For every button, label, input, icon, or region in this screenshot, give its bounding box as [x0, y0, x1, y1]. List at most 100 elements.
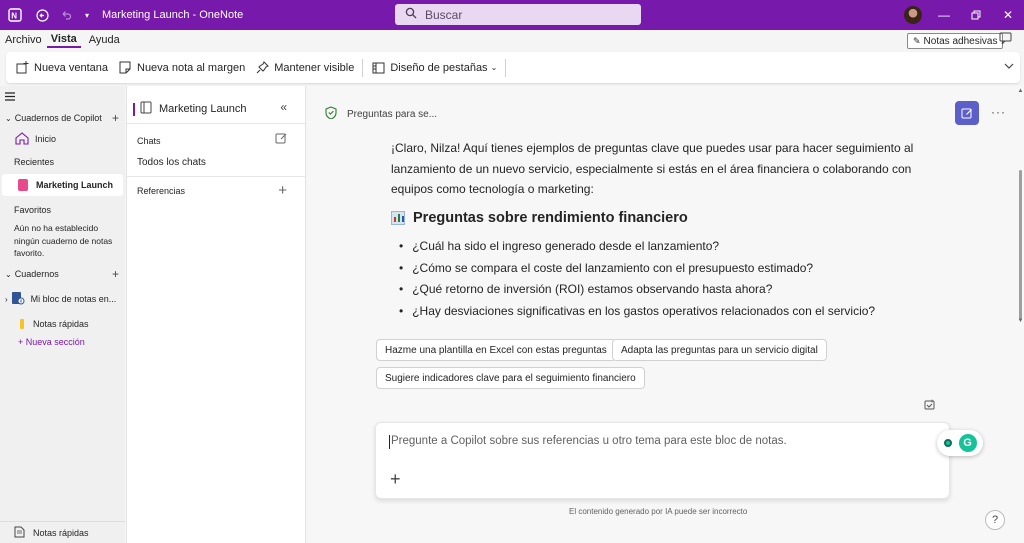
nav-home[interactable]: Inicio [0, 131, 125, 147]
margin-note-icon [118, 61, 132, 75]
ribbon-separator [505, 58, 507, 77]
panel-title-accent [133, 102, 135, 116]
answer-bullet-list: ¿Cuál ha sido el ingreso generado desde … [399, 236, 939, 322]
left-navigation: ⌄ Cuadernos de Copilot + Inicio Reciente… [0, 86, 125, 543]
prompt-gallery-icon[interactable] [923, 398, 936, 414]
scroll-up-icon[interactable]: ▲ [1017, 88, 1024, 94]
suggestion-chip-excel-template[interactable]: Hazme una plantilla en Excel con estas p… [376, 339, 616, 361]
notebook-panel: Marketing Launch « Chats Todos los chats… [126, 86, 306, 543]
ai-disclaimer: El contenido generado por IA puede ser i… [569, 507, 748, 516]
add-reference-icon[interactable]: + [278, 182, 287, 199]
quick-notes-footer[interactable]: Notas rápidas [0, 521, 125, 543]
sticky-note-icon: ✎ [913, 35, 921, 46]
scroll-thumb[interactable] [1019, 170, 1022, 320]
restore-icon[interactable] [960, 0, 992, 30]
ribbon-expand-icon[interactable] [1004, 61, 1014, 71]
more-options-icon[interactable]: ··· [991, 105, 1006, 119]
list-item: ¿Qué retorno de inversión (ROI) estamos … [399, 279, 939, 301]
window-title: Marketing Launch - OneNote [102, 9, 244, 21]
undo-icon[interactable] [54, 0, 78, 30]
recent-label: Recientes [14, 157, 55, 167]
grammarly-logo-icon: G [958, 434, 977, 452]
feedback-icon[interactable] [999, 32, 1012, 48]
copilot-answer-intro: ¡Claro, Nilza! Aquí tienes ejemplos de p… [391, 141, 914, 196]
panel-title: Marketing Launch [133, 101, 246, 117]
list-item: ¿Cómo se compara el coste del lanzamient… [399, 258, 939, 280]
back-icon[interactable] [30, 0, 54, 30]
sticky-notes-button[interactable]: ✎ Notas adhesivas [907, 33, 1004, 49]
tab-layout-icon [371, 61, 385, 75]
bar-chart-icon [391, 211, 405, 225]
add-copilot-notebook-icon[interactable]: + [112, 111, 119, 125]
notebook-icon [11, 291, 25, 307]
scroll-down-icon[interactable]: ▼ [1017, 318, 1024, 324]
onenote-app-icon: N [0, 0, 30, 30]
collapse-panel-icon[interactable]: « [280, 100, 287, 114]
notebook-icon [18, 179, 28, 191]
section-quick-notes[interactable]: Notas rápidas [0, 317, 125, 331]
menu-ayuda[interactable]: Ayuda [85, 34, 124, 46]
list-item: ¿Hay desviaciones significativas en los … [399, 301, 939, 323]
suggestion-chip-digital-service[interactable]: Adapta las preguntas para un servicio di… [612, 339, 827, 361]
chat-title: Preguntas para se... [347, 108, 438, 120]
grammarly-widget[interactable]: G [937, 430, 983, 456]
section-color-icon [20, 319, 24, 329]
references-label: Referencias [137, 186, 186, 196]
list-item: ¿Cuál ha sido el ingreso generado desde … [399, 236, 939, 258]
minimize-icon[interactable]: — [928, 0, 960, 30]
search-box[interactable]: Buscar [395, 4, 641, 25]
copilot-composer[interactable]: Pregunte a Copilot sobre sus referencias… [375, 422, 950, 499]
answer-section-heading: Preguntas sobre rendimiento financiero [391, 210, 688, 226]
add-notebook-icon[interactable]: + [112, 267, 119, 281]
no-favorites-text: Aún no ha establecido ningún cuaderno de… [14, 223, 113, 258]
chevron-down-icon: ⌄ [490, 63, 498, 72]
shield-check-icon [325, 106, 337, 122]
menu-vista[interactable]: Vista [46, 33, 81, 48]
new-window-button[interactable]: Nueva ventana [10, 56, 113, 80]
hamburger-menu-icon[interactable] [5, 92, 130, 101]
ribbon-separator [362, 58, 364, 77]
all-chats-link[interactable]: Todos los chats [137, 157, 206, 168]
new-margin-note-button[interactable]: Nueva nota al margen [113, 56, 250, 80]
home-icon [15, 131, 29, 147]
new-chat-icon[interactable] [275, 132, 287, 147]
chats-label: Chats [137, 136, 161, 146]
new-chat-button[interactable] [955, 101, 979, 125]
chevron-right-icon: › [5, 294, 8, 304]
composer-input[interactable]: Pregunte a Copilot sobre sus referencias… [391, 435, 787, 447]
add-attachment-icon[interactable]: + [390, 469, 401, 490]
new-window-icon [15, 61, 29, 75]
search-icon [405, 7, 417, 22]
panel-divider [127, 176, 305, 177]
main-scrollbar[interactable]: ▲ ▼ [1017, 86, 1024, 543]
help-button[interactable]: ? [985, 510, 1005, 530]
copilot-notebooks-header[interactable]: ⌄ Cuadernos de Copilot + [0, 111, 125, 125]
compose-icon [961, 108, 972, 119]
notebook-my-notebook[interactable]: › Mi bloc de notas en... [0, 291, 125, 307]
user-avatar[interactable] [904, 6, 922, 24]
notebooks-header[interactable]: ⌄ Cuadernos + [0, 267, 125, 281]
menu-archivo[interactable]: Archivo [1, 34, 46, 46]
menu-bar: Archivo Vista Ayuda [0, 30, 1024, 50]
search-placeholder: Buscar [425, 7, 463, 22]
text-cursor [389, 435, 390, 449]
chat-header: Preguntas para se... [325, 106, 437, 122]
keep-visible-button[interactable]: Mantener visible [250, 56, 359, 80]
pin-icon [255, 61, 269, 75]
recent-item-marketing-launch[interactable]: Marketing Launch [0, 178, 125, 192]
grammarly-location-icon [943, 439, 952, 447]
favorites-label: Favoritos [14, 205, 52, 215]
copilot-chat-area: Preguntas para se... ··· ¡Claro, Nilza! … [307, 86, 1017, 543]
quick-access-dropdown-icon[interactable]: ▾ [78, 0, 96, 30]
close-icon[interactable]: ✕ [992, 0, 1024, 30]
quick-notes-icon [14, 526, 25, 540]
chevron-down-icon: ⌄ [5, 113, 12, 123]
chevron-down-icon: ⌄ [5, 269, 12, 279]
svg-text:N: N [11, 12, 17, 21]
new-section-button[interactable]: + Nueva sección [0, 335, 125, 349]
suggestion-chip-kpis[interactable]: Sugiere indicadores clave para el seguim… [376, 367, 645, 389]
notebook-page-icon [140, 101, 152, 117]
ribbon-toolbar: Nueva ventana Nueva nota al margen Mante… [6, 52, 1020, 83]
tab-layout-dropdown[interactable]: Diseño de pestañas ⌄ [366, 56, 502, 80]
panel-divider [127, 123, 305, 124]
